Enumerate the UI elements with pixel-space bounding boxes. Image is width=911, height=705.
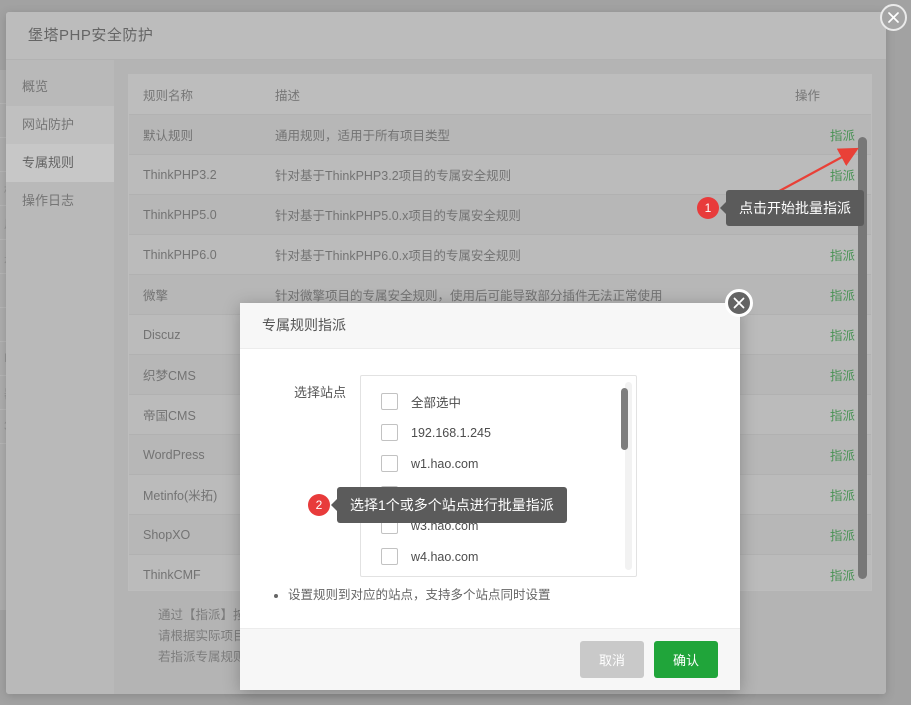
- annotation-badge: 2: [308, 494, 330, 516]
- select-site-form-row: 选择站点 全部选中192.168.1.245w1.hao.comw2.hao.c…: [240, 375, 740, 577]
- modal-hint-item: 设置规则到对应的站点，支持多个站点同时设置: [288, 585, 740, 605]
- modal-body: 选择站点 全部选中192.168.1.245w1.hao.comw2.hao.c…: [240, 349, 740, 599]
- site-list-item[interactable]: 192.168.1.245: [361, 417, 636, 448]
- checkbox-icon[interactable]: [381, 424, 398, 441]
- checkbox-icon[interactable]: [381, 455, 398, 472]
- annotation-text: 选择1个或多个站点进行批量指派: [337, 487, 567, 523]
- site-list-item[interactable]: 全部选中: [361, 386, 636, 417]
- site-label: 192.168.1.245: [411, 426, 491, 440]
- site-label: w1.hao.com: [411, 457, 478, 471]
- annotation-1: 1 点击开始批量指派: [697, 190, 864, 226]
- site-list-scrollbar-track[interactable]: [625, 382, 632, 570]
- site-list-scrollbar-thumb[interactable]: [621, 388, 628, 450]
- site-checkbox-list: 全部选中192.168.1.245w1.hao.comw2.hao.comw3.…: [361, 376, 636, 577]
- annotation-2: 2 选择1个或多个站点进行批量指派: [308, 487, 567, 523]
- site-list-item[interactable]: w5.hao.com: [361, 572, 636, 577]
- modal-overlay: 专属规则指派 选择站点 全部选中 192.168.1.245 w1.hao.com w…: [0, 0, 911, 705]
- site-list-item[interactable]: w1.hao.com: [361, 448, 636, 479]
- modal-footer: 取消 确认: [240, 628, 740, 690]
- site-label: 全部选中: [411, 392, 461, 411]
- site-label: w4.hao.com: [411, 550, 478, 564]
- site-list-item[interactable]: w4.hao.com: [361, 541, 636, 572]
- checkbox-icon[interactable]: [381, 548, 398, 565]
- annotation-badge: 1: [697, 197, 719, 219]
- confirm-button[interactable]: 确认: [654, 641, 718, 678]
- modal-hint-list: 设置规则到对应的站点，支持多个站点同时设置: [240, 577, 740, 605]
- checkbox-icon[interactable]: [381, 393, 398, 410]
- select-site-label: 选择站点: [240, 375, 360, 401]
- page-backdrop: 权 用 是 N 器 3, 堡塔PHP安全防护 概览 网站防护 专属规则 操作日志: [0, 0, 911, 705]
- modal-title: 专属规则指派: [240, 303, 740, 349]
- modal-close-button[interactable]: [725, 289, 753, 317]
- site-list-box: 全部选中192.168.1.245w1.hao.comw2.hao.comw3.…: [360, 375, 637, 577]
- annotation-text: 点击开始批量指派: [726, 190, 864, 226]
- close-icon: [731, 295, 747, 311]
- cancel-button[interactable]: 取消: [580, 641, 644, 678]
